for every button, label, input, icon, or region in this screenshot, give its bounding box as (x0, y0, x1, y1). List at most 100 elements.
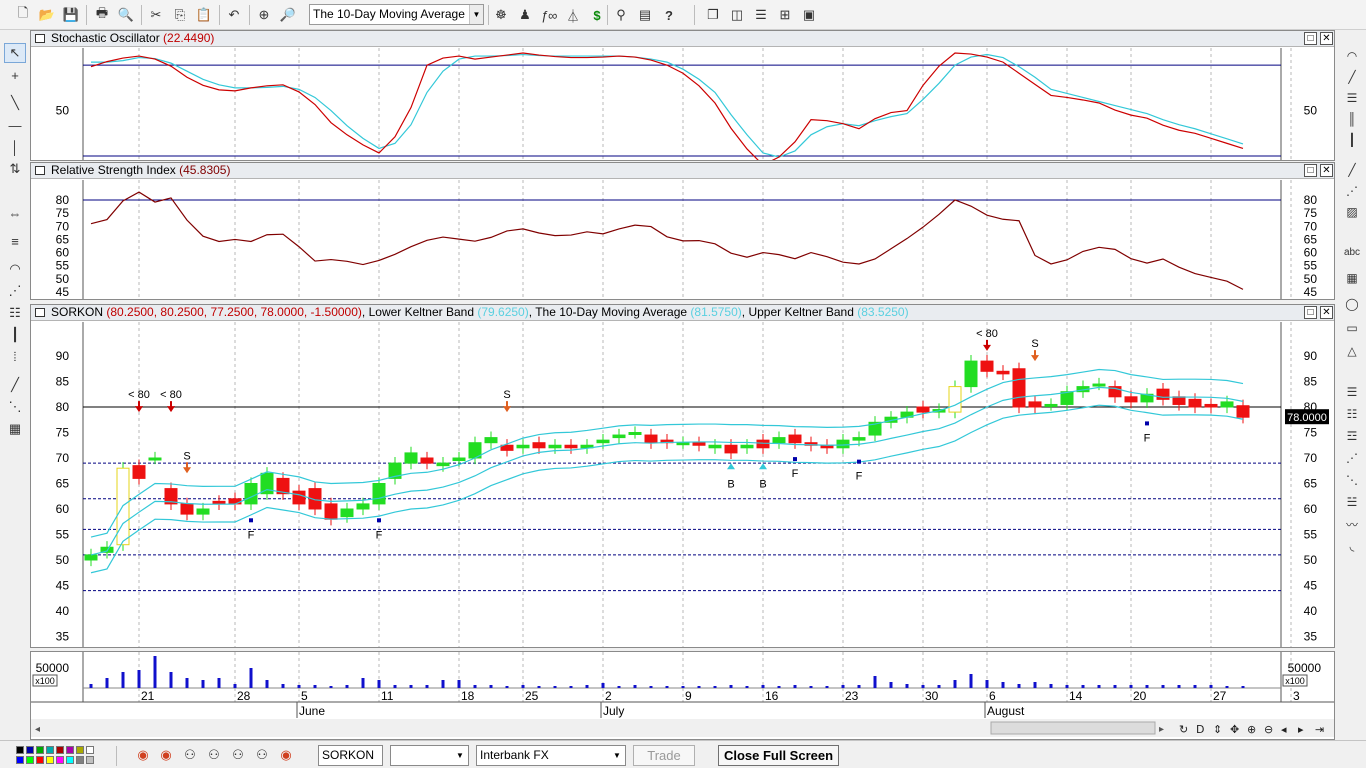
palette-swatch[interactable] (36, 756, 44, 764)
tile-grid-icon[interactable]: ⊞ (775, 5, 795, 25)
arc-tool-icon[interactable]: ◠ (1341, 46, 1363, 66)
close-full-screen-button[interactable]: Close Full Screen (718, 745, 839, 766)
price-maximize-button[interactable]: □ (1304, 306, 1317, 319)
palette-swatch[interactable] (66, 746, 74, 754)
line-tool-icon[interactable]: ╱ (4, 375, 26, 395)
help-icon[interactable]: ? (659, 5, 679, 25)
zoom-icon[interactable]: 🔎 (278, 5, 298, 25)
group-users-icon[interactable]: ⚇ (180, 745, 200, 765)
vertical-line-icon[interactable]: │ (4, 137, 26, 157)
cut-icon[interactable]: ✂ (146, 5, 166, 25)
parallel-lines-icon[interactable]: ⇅ (4, 159, 26, 179)
dollar-icon[interactable]: $ (587, 5, 607, 25)
rsi-panel[interactable]: Relative Strength Index (45.8305) □ ✕ 80… (30, 162, 1335, 300)
rsi-maximize-button[interactable]: □ (1304, 164, 1317, 177)
palette-swatch[interactable] (56, 746, 64, 754)
tree-icon[interactable]: ⏃ (563, 5, 583, 25)
hatch-icon[interactable]: ▨ (1341, 202, 1363, 222)
fibonacci-time-icon[interactable]: ┃ (4, 325, 26, 345)
palette-swatch[interactable] (76, 746, 84, 754)
trade-button[interactable]: Trade (633, 745, 695, 766)
group-users-icon[interactable]: ⚇ (228, 745, 248, 765)
palette-swatch[interactable] (86, 746, 94, 754)
palette-swatch[interactable] (46, 756, 54, 764)
scroll-icon[interactable]: ⇔ (4, 203, 26, 223)
stochastic-close-button[interactable]: ✕ (1320, 32, 1333, 45)
palette-swatch[interactable] (16, 746, 24, 754)
palette-swatch[interactable] (26, 756, 34, 764)
andrews-icon[interactable]: ⋰ (1341, 448, 1363, 468)
cascade-windows-icon[interactable]: ❐ (703, 5, 723, 25)
lines-icon[interactable]: ☰ (1341, 88, 1363, 108)
price-panel[interactable]: SORKON (80.2500, 80.2500, 77.2500, 78.00… (30, 304, 1335, 648)
fan-icon[interactable]: ⋰ (4, 281, 26, 301)
rectangle-icon[interactable]: ▭ (1341, 318, 1363, 338)
columns-icon[interactable]: ║ (1341, 109, 1363, 129)
browser-icon[interactable]: ◉ (156, 745, 176, 765)
gann-fan-icon[interactable]: ⋱ (4, 397, 26, 417)
cycle-lines-icon[interactable]: ☱ (1341, 492, 1363, 512)
slash-icon[interactable]: ╱ (1341, 160, 1363, 180)
function-icon[interactable]: ƒ∞ (539, 5, 559, 25)
trendline-icon[interactable]: ╲ (4, 93, 26, 113)
fib-levels-icon[interactable]: ☰ (1341, 382, 1363, 402)
palette-swatch[interactable] (46, 746, 54, 754)
open-folder-icon[interactable]: 📂 (37, 5, 57, 25)
bars-icon[interactable]: ┃ (1341, 130, 1363, 150)
fan-tool-icon[interactable]: ⋰ (1341, 181, 1363, 201)
regression-channel-icon[interactable]: ≡ (4, 231, 26, 251)
properties-icon[interactable]: ▤ (635, 5, 655, 25)
horizontal-line-icon[interactable]: — (4, 115, 26, 135)
tile-horizontal-icon[interactable]: ☰ (751, 5, 771, 25)
expert-icon[interactable]: ☸ (491, 5, 511, 25)
group-users-icon[interactable]: ⚇ (204, 745, 224, 765)
speed-lines-icon[interactable]: ☲ (1341, 426, 1363, 446)
text-tool-icon[interactable]: abc (1341, 242, 1363, 262)
gann-lines-icon[interactable]: ⦙ (4, 347, 26, 367)
crosshair-icon[interactable]: ⊕ (254, 5, 274, 25)
indicator-select[interactable]: The 10-Day Moving Average ▼ (309, 4, 484, 25)
paste-icon[interactable]: 📋 (194, 5, 214, 25)
color-palette[interactable] (16, 746, 102, 766)
fibonacci-retracement-icon[interactable]: ☷ (4, 303, 26, 323)
fib-extension-icon[interactable]: ☷ (1341, 404, 1363, 424)
stochastic-maximize-button[interactable]: □ (1304, 32, 1317, 45)
browser-icon[interactable]: ◉ (276, 745, 296, 765)
tile-vertical-icon[interactable]: ◫ (727, 5, 747, 25)
arrange-icon[interactable]: ▣ (799, 5, 819, 25)
save-icon[interactable]: 💾 (61, 5, 81, 25)
print-icon[interactable]: 🖶 (92, 5, 112, 25)
palette-swatch[interactable] (86, 756, 94, 764)
feed-select[interactable]: Interbank FX ▼ (476, 745, 626, 766)
group-users-icon[interactable]: ⚇ (252, 745, 272, 765)
crosshair-tool-icon[interactable]: + (4, 65, 26, 85)
palette-swatch[interactable] (76, 756, 84, 764)
undo-icon[interactable]: ↶ (224, 5, 244, 25)
binoculars-icon[interactable]: ⚲ (611, 5, 631, 25)
browser-icon[interactable]: ◉ (133, 745, 153, 765)
secondary-select[interactable]: ▼ (390, 745, 469, 766)
curve-icon[interactable]: ◟ (1341, 536, 1363, 556)
stochastic-panel[interactable]: Stochastic Oscillator (22.4490) □ ✕ 50 50 (30, 30, 1335, 161)
line-draw-icon[interactable]: ╱ (1341, 67, 1363, 87)
rsi-close-button[interactable]: ✕ (1320, 164, 1333, 177)
palette-swatch[interactable] (16, 756, 24, 764)
pointer-icon[interactable]: ↖ (4, 43, 26, 63)
volume-panel[interactable]: 50000 50000 x100 x100 21 28 5 11 18 25 2 9 16 23 30 6 14… (30, 651, 1335, 740)
table-icon[interactable]: ▦ (1341, 268, 1363, 288)
symbol-field[interactable]: SORKON (318, 745, 383, 766)
new-file-icon[interactable]: 🗋 (13, 5, 33, 25)
palette-swatch[interactable] (66, 756, 74, 764)
grid-pattern-icon[interactable]: ▦ (4, 419, 26, 439)
price-close-button[interactable]: ✕ (1320, 306, 1333, 319)
arc-icon[interactable]: ◠ (4, 259, 26, 279)
triangle-icon[interactable]: △ (1341, 341, 1363, 361)
print-preview-icon[interactable]: 🔍 (116, 5, 136, 25)
palette-swatch[interactable] (56, 756, 64, 764)
trader-icon[interactable]: ♟ (515, 5, 535, 25)
palette-swatch[interactable] (36, 746, 44, 754)
copy-icon[interactable]: ⎘ (170, 5, 190, 25)
ellipse-icon[interactable]: ◯ (1341, 294, 1363, 314)
pitchfork-icon[interactable]: ⋱ (1341, 470, 1363, 490)
palette-swatch[interactable] (26, 746, 34, 754)
